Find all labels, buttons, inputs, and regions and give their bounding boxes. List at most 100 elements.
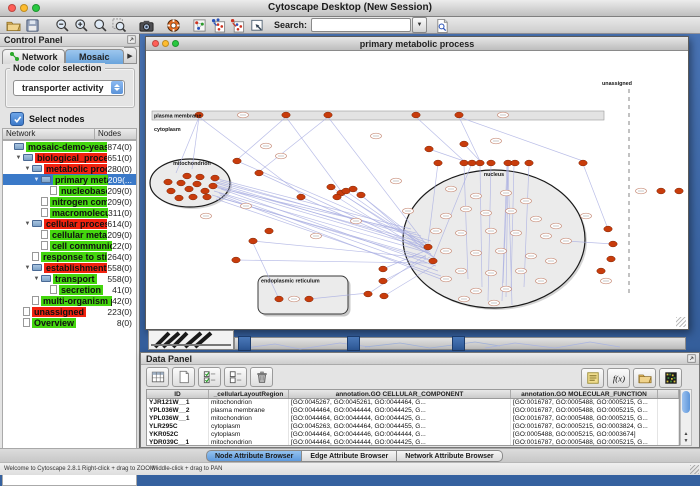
graph-node[interactable] — [255, 170, 263, 176]
open-session-icon[interactable] — [5, 17, 22, 33]
import-attributes-icon[interactable] — [633, 368, 656, 388]
attribute-matrix-icon[interactable] — [659, 368, 682, 388]
expand-arrow-icon[interactable]: ▼ — [14, 155, 23, 161]
graph-node[interactable] — [275, 296, 283, 302]
tree-row[interactable]: response to stimulu264(0) — [3, 251, 136, 262]
new-attribute-icon[interactable] — [172, 367, 195, 387]
graph-node[interactable] — [233, 158, 241, 164]
expand-arrow-icon[interactable]: ▼ — [23, 221, 32, 227]
graph-node[interactable] — [364, 291, 372, 297]
graph-node[interactable] — [209, 183, 217, 189]
zoom-in-icon[interactable] — [73, 17, 90, 33]
select-attributes-icon[interactable] — [198, 367, 221, 387]
overlay-networks-icon[interactable] — [210, 17, 227, 33]
graph-node[interactable] — [425, 146, 433, 152]
search-dropdown-button[interactable]: ▼ — [412, 17, 427, 33]
tree-row[interactable]: secretion41(0) — [3, 284, 136, 295]
tree-row[interactable]: unassigned223(0) — [3, 306, 136, 317]
graph-node[interactable] — [460, 160, 468, 166]
graph-node[interactable] — [434, 160, 442, 166]
network-manager-icon[interactable] — [191, 17, 208, 33]
graph-node[interactable] — [185, 186, 193, 192]
function-builder-icon[interactable]: f(x) — [607, 368, 630, 388]
graph-node[interactable] — [460, 141, 468, 147]
expand-arrow-icon[interactable]: ▼ — [23, 166, 32, 172]
graph-node[interactable] — [297, 194, 305, 200]
graph-node[interactable] — [196, 174, 204, 180]
graph-node[interactable] — [282, 112, 290, 118]
more-tabs-arrow-icon[interactable]: ▶ — [124, 47, 137, 64]
graph-node[interactable] — [249, 238, 257, 244]
graph-node[interactable] — [487, 160, 495, 166]
table-row[interactable]: YDR039C__1mitochondrion[GO:0044464, GO:0… — [147, 439, 679, 446]
compartment-nucleus[interactable] — [403, 170, 585, 308]
zoom-out-icon[interactable] — [54, 17, 71, 33]
graph-node[interactable] — [327, 184, 335, 190]
compartment-plasma-membrane[interactable] — [152, 111, 604, 120]
graph-node[interactable] — [164, 179, 172, 185]
tab-mosaic[interactable]: Mosaic — [65, 49, 124, 64]
graph-node[interactable] — [597, 268, 605, 274]
graph-node[interactable] — [657, 188, 665, 194]
column-header[interactable]: annotation.GO CELLULAR_COMPONENT — [289, 390, 511, 398]
graph-node[interactable] — [579, 160, 587, 166]
graph-node[interactable] — [604, 226, 612, 232]
tree-row[interactable]: mosaic-demo-yeast874(0) — [3, 141, 136, 152]
tab-network[interactable]: Network — [2, 49, 65, 64]
tree-row[interactable]: ▼establishment of lo558(0) — [3, 262, 136, 273]
table-scrollbar[interactable]: ▲ ▼ — [680, 389, 692, 446]
search-options-page-icon[interactable] — [434, 17, 451, 33]
app-resize-grip[interactable] — [690, 465, 699, 474]
table-row[interactable]: YLR295Ccytoplasm[GO:0045263, GO:0044464,… — [147, 423, 679, 431]
tree-row[interactable]: cellular metabol209(0) — [3, 229, 136, 240]
network-window-titlebar[interactable]: primary metabolic process — [146, 37, 688, 51]
graph-node[interactable] — [511, 160, 519, 166]
tree-row[interactable]: ▼cellular process614(0) — [3, 218, 136, 229]
delete-attribute-icon[interactable] — [250, 367, 273, 387]
tree-row[interactable]: Overview8(0) — [3, 317, 136, 328]
table-row[interactable]: YPL036W__1mitochondrion[GO:0044464, GO:0… — [147, 415, 679, 423]
graph-node[interactable] — [211, 175, 219, 181]
network-tree[interactable]: mosaic-demo-yeast874(0)▼biological_proce… — [2, 140, 137, 486]
merge-networks-icon[interactable] — [229, 17, 246, 33]
graph-node[interactable] — [342, 188, 350, 194]
graph-node[interactable] — [167, 188, 175, 194]
close-button[interactable] — [8, 4, 16, 12]
table-row[interactable]: YPL036W__2plasma membrane[GO:0044464, GO… — [147, 407, 679, 415]
minimize-button[interactable] — [162, 40, 169, 47]
annotation-notes-icon[interactable] — [581, 368, 604, 388]
tree-row[interactable]: ▼metabolic process280(0) — [3, 163, 136, 174]
graph-node[interactable] — [607, 256, 615, 262]
scroll-down-icon[interactable]: ▼ — [684, 438, 689, 444]
tab-edge-attribute-browser[interactable]: Edge Attribute Browser — [302, 450, 397, 462]
scroll-up-icon[interactable]: ▲ — [684, 431, 689, 437]
vizmapper-icon[interactable] — [248, 17, 265, 33]
tab-network-attribute-browser[interactable]: Network Attribute Browser — [397, 450, 502, 462]
network-canvas[interactable]: plasma membranecytoplasmmitochondrionnuc… — [146, 51, 688, 329]
column-header[interactable]: ID — [147, 390, 209, 398]
column-header[interactable]: annotation.GO MOLECULAR_FUNCTION — [511, 390, 658, 398]
table-row[interactable]: YJR121W__1mitochondrion[GO:0045267, GO:0… — [147, 399, 679, 407]
graph-node[interactable] — [412, 112, 420, 118]
tree-row[interactable]: macromolecule311(0) — [3, 207, 136, 218]
graph-node[interactable] — [357, 192, 365, 198]
search-input[interactable] — [311, 18, 411, 32]
graph-node[interactable] — [525, 160, 533, 166]
graph-node[interactable] — [675, 188, 683, 194]
expand-arrow-icon[interactable]: ▼ — [32, 276, 41, 282]
help-ring-icon[interactable] — [165, 17, 182, 33]
graph-node[interactable] — [189, 194, 197, 200]
tree-row[interactable]: cell communicat22(0) — [3, 240, 136, 251]
zoom-selected-icon[interactable] — [111, 17, 128, 33]
tree-row[interactable]: ▼primary metabo209(... — [3, 174, 136, 185]
node-color-dropdown[interactable]: transporter activity — [13, 80, 125, 96]
table-row[interactable]: YKR052Ccytoplasm[GO:0044464, GO:0044446,… — [147, 431, 679, 439]
graph-node[interactable] — [468, 160, 476, 166]
tab-node-attribute-browser[interactable]: Node Attribute Browser — [206, 450, 302, 462]
attribute-table-icon[interactable] — [146, 367, 169, 387]
column-header[interactable]: _cellularLayoutRegion — [209, 390, 289, 398]
graph-node[interactable] — [476, 160, 484, 166]
close-button[interactable] — [152, 40, 159, 47]
network-graph[interactable]: plasma membranecytoplasmmitochondrionnuc… — [146, 51, 688, 329]
zoom-fit-icon[interactable] — [92, 17, 109, 33]
